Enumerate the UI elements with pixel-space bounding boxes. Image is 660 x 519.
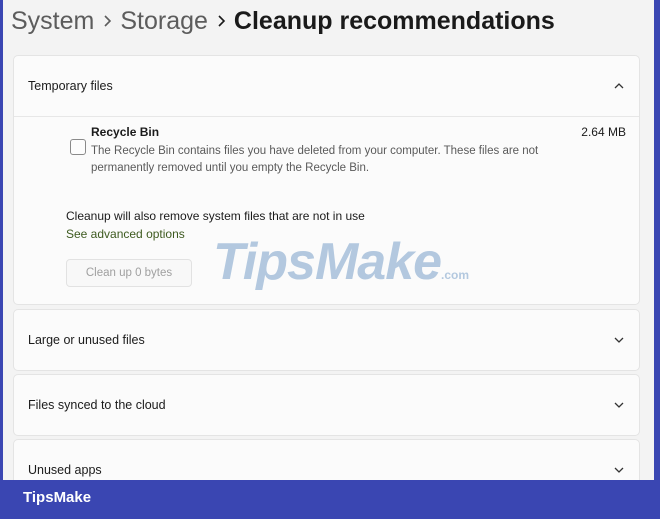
breadcrumb-storage[interactable]: Storage <box>120 7 208 36</box>
chevron-right-icon <box>208 14 234 28</box>
settings-window: System Storage Cleanup recommendations T… <box>3 0 654 480</box>
advanced-options-link[interactable]: See advanced options <box>66 227 185 241</box>
files-synced-card[interactable]: Files synced to the cloud <box>13 374 640 436</box>
recycle-bin-checkbox[interactable] <box>70 139 86 155</box>
breadcrumb-system[interactable]: System <box>11 7 94 36</box>
section-label: Files synced to the cloud <box>28 398 166 412</box>
large-unused-files-header[interactable]: Large or unused files <box>14 310 639 370</box>
files-synced-header[interactable]: Files synced to the cloud <box>14 375 639 435</box>
unused-apps-header[interactable]: Unused apps <box>14 440 639 480</box>
item-size: 2.64 MB <box>581 125 626 139</box>
temporary-files-header[interactable]: Temporary files <box>14 56 639 116</box>
chevron-right-icon <box>94 14 120 28</box>
large-unused-files-card[interactable]: Large or unused files <box>13 309 640 371</box>
cleanup-button[interactable]: Clean up 0 bytes <box>66 259 192 287</box>
unused-apps-card[interactable]: Unused apps <box>13 439 640 480</box>
breadcrumb: System Storage Cleanup recommendations <box>11 4 555 38</box>
chevron-down-icon <box>614 337 624 343</box>
temporary-files-card: Temporary files Recycle Bin 2.64 MB The … <box>13 55 640 305</box>
cleanup-note: Cleanup will also remove system files th… <box>66 209 365 223</box>
footer-brand: TipsMake <box>23 489 92 506</box>
section-label: Temporary files <box>28 79 113 93</box>
chevron-down-icon <box>614 467 624 473</box>
page-title: Cleanup recommendations <box>233 6 555 35</box>
chevron-up-icon <box>614 83 624 89</box>
section-label: Large or unused files <box>28 333 145 347</box>
section-divider <box>14 116 639 117</box>
item-title: Recycle Bin <box>91 125 160 139</box>
footer-bar: TipsMake <box>0 480 660 519</box>
chevron-down-icon <box>614 402 624 408</box>
section-label: Unused apps <box>28 463 102 477</box>
item-description: The Recycle Bin contains files you have … <box>91 145 539 174</box>
